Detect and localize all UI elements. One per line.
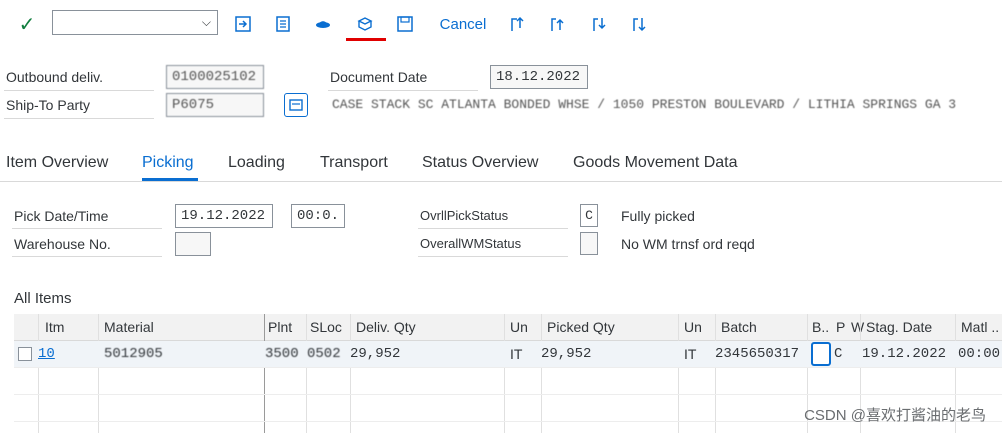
command-field[interactable]: ⌵ bbox=[52, 10, 218, 35]
cell-sloc: 0502 bbox=[307, 346, 341, 362]
ship-to-label: Ship-To Party bbox=[6, 97, 91, 113]
next-page-icon[interactable] bbox=[588, 12, 610, 36]
col-p[interactable]: P bbox=[836, 319, 845, 335]
ovrl-pick-status-label: OvrllPickStatus bbox=[420, 208, 509, 223]
cell-p: C bbox=[834, 346, 843, 362]
cell-itm[interactable]: 10 bbox=[38, 346, 55, 362]
document-date-label: Document Date bbox=[330, 69, 428, 85]
col-matl[interactable]: Matl .. bbox=[961, 319, 999, 335]
pick-date-label: Pick Date/Time bbox=[14, 208, 109, 224]
label-underline bbox=[12, 228, 162, 229]
col-plnt[interactable]: Plnt bbox=[268, 319, 292, 335]
cell-batch: 2345650317 bbox=[715, 346, 800, 362]
col-material[interactable]: Material bbox=[104, 319, 154, 335]
cell-b-input[interactable] bbox=[811, 342, 831, 366]
cell-deliv-qty: 29,952 bbox=[350, 346, 401, 362]
tab-goods-movement-data[interactable]: Goods Movement Data bbox=[573, 154, 738, 172]
outbound-label: Outbound deliv. bbox=[6, 69, 104, 85]
label-underline bbox=[418, 256, 568, 257]
address-details-icon[interactable] bbox=[284, 93, 308, 117]
pick-date-field[interactable]: 19.12.2022 bbox=[175, 204, 273, 228]
ovrl-pick-status-code[interactable]: C bbox=[580, 204, 598, 227]
row-select-checkbox[interactable] bbox=[18, 347, 32, 361]
warehouse-label: Warehouse No. bbox=[14, 236, 111, 252]
previous-page-icon[interactable] bbox=[546, 12, 568, 36]
outbound-delivery-field[interactable]: 0100025102 bbox=[166, 65, 264, 89]
label-underline bbox=[4, 90, 154, 91]
watermark: CSDN @喜欢打酱油的老鸟 bbox=[804, 407, 986, 424]
cell-stag-date: 19.12.2022 bbox=[862, 346, 947, 362]
layout-icon[interactable] bbox=[272, 12, 294, 36]
table-row-empty[interactable] bbox=[14, 368, 1002, 395]
toolbar: ✓ ⌵ Cancel bbox=[0, 0, 1002, 48]
table-header: Itm Material Plnt SLoc Deliv. Qty Un Pic… bbox=[14, 314, 1002, 341]
all-items-title: All Items bbox=[14, 290, 72, 307]
col-deliv-qty[interactable]: Deliv. Qty bbox=[356, 319, 416, 335]
warehouse-field[interactable] bbox=[175, 232, 211, 256]
ship-to-address: CASE STACK SC ATLANTA BONDED WHSE / 1050… bbox=[332, 97, 957, 112]
chevron-down-icon[interactable]: ⌵ bbox=[202, 15, 211, 30]
document-date-field[interactable]: 18.12.2022 bbox=[490, 65, 588, 89]
ovrl-pick-status-text: Fully picked bbox=[621, 208, 695, 224]
hat-icon[interactable] bbox=[312, 12, 334, 36]
save-icon[interactable] bbox=[394, 12, 416, 36]
cancel-button[interactable]: Cancel bbox=[438, 12, 488, 36]
enter-icon[interactable] bbox=[232, 12, 254, 36]
tab-status-overview[interactable]: Status Overview bbox=[422, 154, 538, 172]
col-un-2[interactable]: Un bbox=[684, 319, 702, 335]
enter-check-icon[interactable]: ✓ bbox=[14, 12, 40, 36]
cell-picked-qty: 29,952 bbox=[541, 346, 592, 362]
col-stag-date[interactable]: Stag. Date bbox=[866, 319, 932, 335]
first-page-icon[interactable] bbox=[506, 12, 528, 36]
cell-un-2: IT bbox=[684, 346, 697, 362]
active-underline bbox=[346, 38, 386, 41]
col-un[interactable]: Un bbox=[510, 319, 528, 335]
ship-to-party-field[interactable]: P6075 bbox=[166, 93, 264, 117]
tab-transport[interactable]: Transport bbox=[320, 154, 388, 172]
label-underline bbox=[418, 228, 568, 229]
table-row[interactable]: 10 5012905 3500 0502 29,952 IT 29,952 IT… bbox=[14, 341, 1002, 368]
label-underline bbox=[4, 118, 154, 119]
tab-separator bbox=[0, 181, 1002, 182]
tab-item-overview[interactable]: Item Overview bbox=[6, 154, 108, 172]
col-b[interactable]: B.. bbox=[812, 319, 829, 335]
tab-loading[interactable]: Loading bbox=[228, 154, 285, 172]
col-sloc[interactable]: SLoc bbox=[310, 319, 342, 335]
cell-plnt: 3500 bbox=[265, 346, 299, 362]
label-underline bbox=[328, 90, 478, 91]
overall-wm-status-code[interactable] bbox=[580, 232, 598, 255]
tab-picking[interactable]: Picking bbox=[142, 154, 194, 172]
pick-time-field[interactable]: 00:0. bbox=[291, 204, 345, 228]
pick-icon[interactable] bbox=[354, 12, 376, 36]
col-w[interactable]: W bbox=[851, 319, 864, 335]
active-tab-indicator bbox=[142, 178, 198, 181]
label-underline bbox=[12, 256, 162, 257]
last-page-icon[interactable] bbox=[628, 12, 650, 36]
cell-un: IT bbox=[510, 346, 523, 362]
col-itm[interactable]: Itm bbox=[45, 319, 64, 335]
cell-matl: 00:00 bbox=[958, 346, 1001, 362]
overall-wm-status-text: No WM trnsf ord reqd bbox=[621, 236, 755, 252]
overall-wm-status-label: OverallWMStatus bbox=[420, 236, 522, 251]
col-picked-qty[interactable]: Picked Qty bbox=[547, 319, 615, 335]
col-batch[interactable]: Batch bbox=[721, 319, 757, 335]
cell-material: 5012905 bbox=[104, 346, 163, 362]
